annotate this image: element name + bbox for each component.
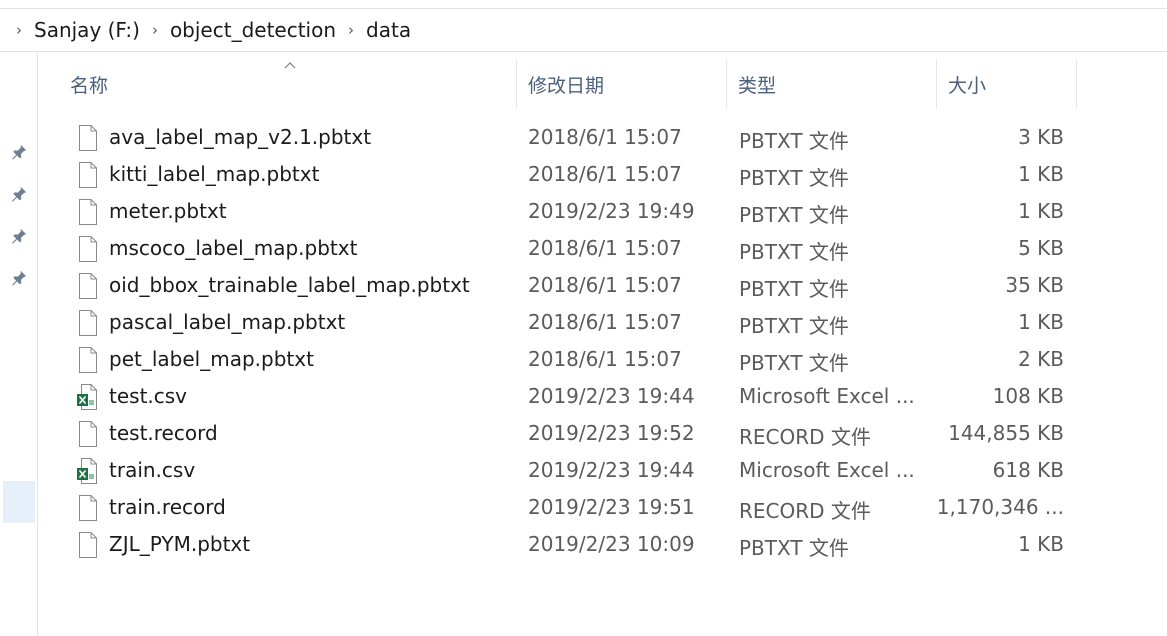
file-icon xyxy=(76,346,100,374)
file-icon xyxy=(76,161,100,189)
file-modified-date: 2018/6/1 15:07 xyxy=(528,273,682,297)
file-type: PBTXT 文件 xyxy=(739,203,849,227)
file-modified-date: 2019/2/23 19:51 xyxy=(528,495,695,519)
file-size: 1 KB xyxy=(1018,310,1064,334)
file-row[interactable]: meter.pbtxt 2019/2/23 19:49 PBTXT 文件 1 KB xyxy=(0,194,1167,231)
file-name[interactable]: ZJL_PYM.pbtxt xyxy=(109,532,250,556)
file-row[interactable]: test.record 2019/2/23 19:52 RECORD 文件 144,8… xyxy=(0,416,1167,453)
file-modified-date: 2019/2/23 19:44 xyxy=(528,458,695,482)
file-row[interactable]: pascal_label_map.pbtxt 2018/6/1 15:07 PBTX… xyxy=(0,305,1167,342)
file-type: RECORD 文件 xyxy=(739,499,871,523)
file-modified-date: 2018/6/1 15:07 xyxy=(528,162,682,186)
file-row[interactable]: test.csv 2019/2/23 19:44 Microsoft Excel .… xyxy=(0,379,1167,416)
file-size: 1,170,346 ... xyxy=(936,495,1064,519)
column-divider[interactable] xyxy=(516,60,517,108)
breadcrumb-item-data[interactable]: data xyxy=(362,18,415,42)
file-name[interactable]: oid_bbox_trainable_label_map.pbtxt xyxy=(109,273,470,297)
file-size: 144,855 KB xyxy=(948,421,1064,445)
chevron-right-icon[interactable]: › xyxy=(8,21,30,39)
file-size: 108 KB xyxy=(992,384,1064,408)
file-icon xyxy=(76,235,100,263)
file-name[interactable]: mscoco_label_map.pbtxt xyxy=(109,236,357,260)
file-modified-date: 2019/2/23 19:44 xyxy=(528,384,695,408)
column-divider[interactable] xyxy=(936,60,937,108)
file-icon xyxy=(76,272,100,300)
column-divider[interactable] xyxy=(726,60,727,108)
breadcrumb-item-object-detection[interactable]: object_detection xyxy=(166,18,340,42)
file-type: PBTXT 文件 xyxy=(739,166,849,190)
file-row[interactable]: pet_label_map.pbtxt 2018/6/1 15:07 PBTXT 文… xyxy=(0,342,1167,379)
file-type: PBTXT 文件 xyxy=(739,277,849,301)
column-header-size[interactable]: 大小 xyxy=(948,60,1076,108)
file-type: Microsoft Excel ... xyxy=(739,384,915,408)
file-name[interactable]: test.record xyxy=(109,421,218,445)
address-bar[interactable]: › Sanjay (F:) › object_detection › data xyxy=(0,8,1167,52)
file-size: 35 KB xyxy=(1005,273,1064,297)
column-header-date[interactable]: 修改日期 xyxy=(528,60,726,108)
file-modified-date: 2018/6/1 15:07 xyxy=(528,347,682,371)
file-name[interactable]: pet_label_map.pbtxt xyxy=(109,347,314,371)
file-modified-date: 2019/2/23 10:09 xyxy=(528,532,695,556)
excel-file-icon xyxy=(76,383,100,411)
file-size: 1 KB xyxy=(1018,532,1064,556)
excel-file-icon xyxy=(76,457,100,485)
file-size: 618 KB xyxy=(992,458,1064,482)
file-modified-date: 2018/6/1 15:07 xyxy=(528,125,682,149)
file-row[interactable]: oid_bbox_trainable_label_map.pbtxt 2018/6… xyxy=(0,268,1167,305)
file-name[interactable]: ava_label_map_v2.1.pbtxt xyxy=(109,125,371,149)
file-row[interactable]: ava_label_map_v2.1.pbtxt 2018/6/1 15:07 PB… xyxy=(0,120,1167,157)
file-type: PBTXT 文件 xyxy=(739,240,849,264)
file-row[interactable]: ZJL_PYM.pbtxt 2019/2/23 10:09 PBTXT 文件 1 KB xyxy=(0,527,1167,564)
file-size: 1 KB xyxy=(1018,199,1064,223)
file-row[interactable]: train.csv 2019/2/23 19:44 Microsoft Excel … xyxy=(0,453,1167,490)
file-icon xyxy=(76,124,100,152)
file-row[interactable]: mscoco_label_map.pbtxt 2018/6/1 15:07 PBTX… xyxy=(0,231,1167,268)
file-size: 2 KB xyxy=(1018,347,1064,371)
file-icon xyxy=(76,494,100,522)
chevron-right-icon[interactable]: › xyxy=(340,21,362,39)
file-name[interactable]: test.csv xyxy=(109,384,187,408)
file-size: 5 KB xyxy=(1018,236,1064,260)
file-name[interactable]: kitti_label_map.pbtxt xyxy=(109,162,319,186)
file-type: PBTXT 文件 xyxy=(739,129,849,153)
file-name[interactable]: train.record xyxy=(109,495,226,519)
file-icon xyxy=(76,420,100,448)
file-name[interactable]: meter.pbtxt xyxy=(109,199,227,223)
file-size: 1 KB xyxy=(1018,162,1064,186)
file-type: Microsoft Excel ... xyxy=(739,458,915,482)
file-type: PBTXT 文件 xyxy=(739,351,849,375)
file-row[interactable]: kitti_label_map.pbtxt 2018/6/1 15:07 PBTXT… xyxy=(0,157,1167,194)
file-name[interactable]: pascal_label_map.pbtxt xyxy=(109,310,345,334)
file-icon xyxy=(76,309,100,337)
file-modified-date: 2019/2/23 19:49 xyxy=(528,199,695,223)
file-modified-date: 2018/6/1 15:07 xyxy=(528,236,682,260)
file-type: PBTXT 文件 xyxy=(739,314,849,338)
column-divider[interactable] xyxy=(1076,60,1077,108)
column-header-row: 名称 修改日期 类型 大小 xyxy=(40,60,1080,108)
file-icon xyxy=(76,531,100,559)
file-size: 3 KB xyxy=(1018,125,1064,149)
file-icon xyxy=(76,198,100,226)
column-header-name[interactable]: 名称 xyxy=(70,60,516,108)
chevron-right-icon[interactable]: › xyxy=(144,21,166,39)
column-header-type[interactable]: 类型 xyxy=(738,60,936,108)
file-row[interactable]: train.record 2019/2/23 19:51 RECORD 文件 1,17… xyxy=(0,490,1167,527)
file-type: PBTXT 文件 xyxy=(739,536,849,560)
file-name[interactable]: train.csv xyxy=(109,458,195,482)
file-modified-date: 2019/2/23 19:52 xyxy=(528,421,695,445)
file-type: RECORD 文件 xyxy=(739,425,871,449)
file-modified-date: 2018/6/1 15:07 xyxy=(528,310,682,334)
breadcrumb-item-drive[interactable]: Sanjay (F:) xyxy=(30,18,144,42)
